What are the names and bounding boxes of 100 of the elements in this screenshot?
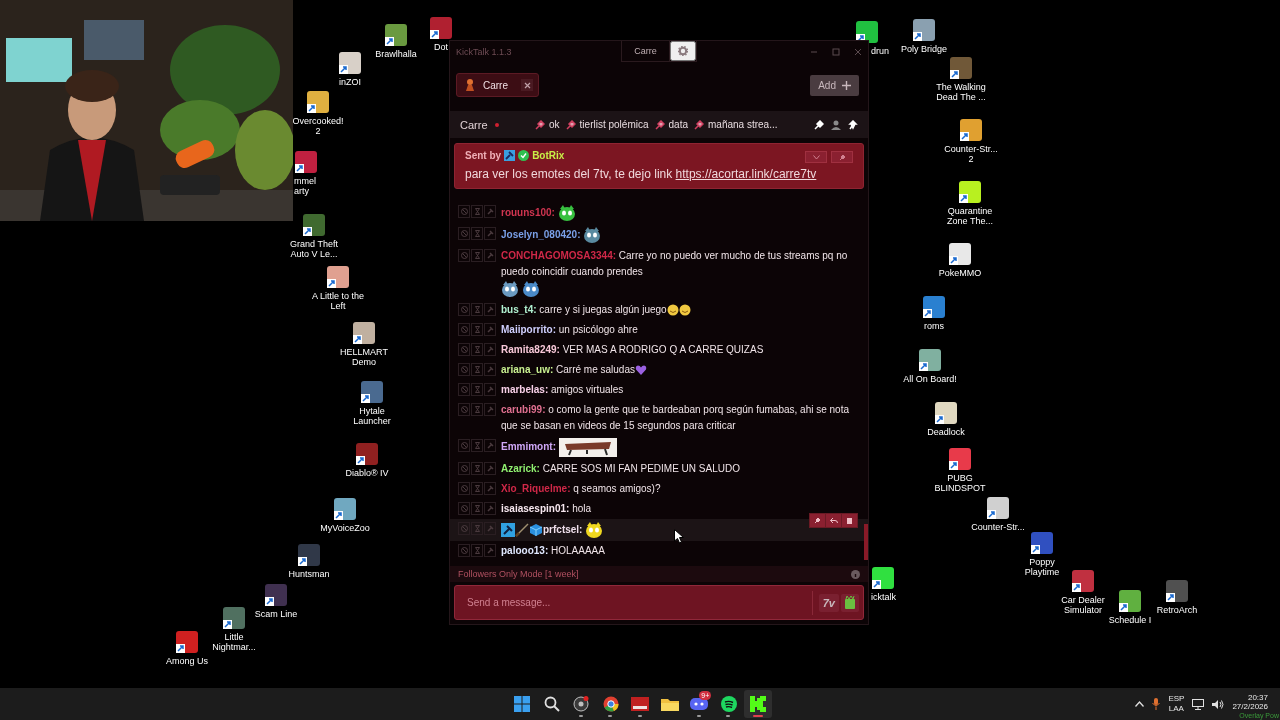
app-icon[interactable]: [1030, 531, 1054, 555]
app-icon[interactable]: [948, 242, 972, 266]
icon-label[interactable]: HELLMART Demo: [340, 347, 388, 367]
hourglass-icon: [474, 306, 480, 313]
app-icon[interactable]: [429, 16, 453, 40]
icon-label[interactable]: Counter-Str...: [971, 522, 1025, 532]
app-icon[interactable]: [855, 20, 879, 44]
app-icon[interactable]: [333, 497, 357, 521]
app-icon[interactable]: [355, 442, 379, 466]
pin-button[interactable]: [810, 514, 825, 527]
close-tab-button[interactable]: [521, 79, 533, 91]
emote-button[interactable]: [841, 593, 859, 612]
app-icon[interactable]: [384, 23, 408, 47]
app-icon[interactable]: [306, 90, 330, 114]
app-icon[interactable]: [297, 543, 321, 567]
app-icon[interactable]: [986, 496, 1010, 520]
app-icon[interactable]: [352, 321, 376, 345]
icon-label[interactable]: Brawlhalla: [375, 49, 417, 59]
hourglass-icon: [474, 505, 480, 512]
emote-provider-button[interactable]: 7v: [818, 593, 839, 612]
app-icon[interactable]: [922, 295, 946, 319]
icon-label[interactable]: Hytale Launcher: [353, 406, 391, 426]
app-icon[interactable]: [222, 606, 246, 630]
chevron-up-icon[interactable]: [1135, 701, 1145, 707]
icon-label[interactable]: PUBG BLINDSPOT: [934, 473, 986, 493]
microphone-icon[interactable]: [1152, 698, 1161, 710]
username[interactable]: rouuns100:: [501, 206, 555, 218]
reply-button[interactable]: [826, 514, 841, 527]
app-icon[interactable]: [338, 51, 362, 75]
hammer-icon: [486, 252, 494, 259]
pinned-link[interactable]: tierlist polémica: [565, 119, 649, 130]
icon-label[interactable]: PokeMMO: [938, 268, 982, 278]
icon-label[interactable]: mmel arty: [294, 176, 316, 196]
settings-button[interactable]: [669, 41, 696, 61]
clock[interactable]: 20:37 27/2/2026: [1232, 693, 1268, 711]
delete-button[interactable]: [842, 514, 857, 527]
app-icon[interactable]: [912, 18, 936, 42]
pin-icon[interactable]: [814, 119, 824, 130]
icon-label[interactable]: RetroArch: [1156, 605, 1198, 615]
network-icon[interactable]: [1192, 698, 1205, 710]
icon-label[interactable]: roms: [924, 321, 944, 331]
message-input[interactable]: Send a message... 7v: [454, 585, 864, 620]
emote-icon: [557, 204, 576, 222]
folder-icon: [660, 697, 679, 711]
app-icon[interactable]: [360, 380, 384, 404]
app-icon[interactable]: [948, 447, 972, 471]
icon-label[interactable]: Car Dealer Simulator: [1061, 595, 1105, 615]
icon-label[interactable]: Counter-Str... 2: [944, 144, 998, 164]
unpin-button[interactable]: [831, 151, 853, 163]
pinned-link[interactable]: data: [654, 119, 688, 130]
icon-label[interactable]: MyVoiceZoo: [320, 523, 370, 533]
app-icon[interactable]: [175, 630, 199, 654]
icon-label[interactable]: All On Board!: [903, 374, 957, 384]
icon-label[interactable]: inZOI: [339, 77, 361, 87]
icon-label[interactable]: Poppy Playtime: [1024, 557, 1060, 577]
user-icon[interactable]: [831, 119, 841, 130]
pin-icon[interactable]: [848, 119, 858, 130]
pinned-link[interactable]: mañana strea...: [694, 119, 778, 130]
app-icon[interactable]: [1071, 569, 1095, 593]
taskbar-button[interactable]: [743, 690, 773, 718]
icon-label[interactable]: drun: [871, 46, 889, 56]
bench-icon: [558, 438, 617, 457]
icon-label[interactable]: Diablo® IV: [345, 468, 389, 478]
app-icon[interactable]: [1118, 589, 1142, 613]
icon-label[interactable]: icktalk: [871, 592, 896, 602]
icon-label[interactable]: Deadlock: [927, 427, 965, 437]
icon-label[interactable]: Quarantine Zone The...: [947, 206, 993, 226]
hourglass-icon: [474, 547, 480, 554]
username[interactable]: prfctsel:: [543, 523, 583, 535]
app-icon[interactable]: [326, 265, 350, 289]
username[interactable]: Emmimont:: [501, 441, 556, 453]
icon-label[interactable]: Scam Line: [254, 609, 298, 619]
icon-label[interactable]: Little Nightmar...: [212, 632, 256, 652]
icon-label[interactable]: The Walking Dead The ...: [936, 82, 986, 102]
icon-label[interactable]: A Little to the Left: [311, 291, 364, 311]
input-language[interactable]: ESP LAA: [1168, 694, 1185, 714]
icon-label[interactable]: Huntsman: [288, 569, 330, 579]
app-icon[interactable]: [934, 401, 958, 425]
icon-label[interactable]: Schedule I: [1108, 615, 1152, 625]
pinned-link[interactable]: ok: [535, 119, 560, 130]
app-icon[interactable]: [918, 348, 942, 372]
volume-icon[interactable]: [1212, 698, 1225, 710]
app-icon[interactable]: [294, 150, 318, 174]
username[interactable]: Joselyn_080420:: [501, 228, 581, 240]
link[interactable]: https://acortar.link/carre7tv: [675, 167, 817, 181]
icon-label[interactable]: Dot: [434, 42, 448, 52]
icon-label[interactable]: Poly Bridge: [901, 44, 947, 54]
app-icon[interactable]: [871, 566, 895, 590]
channel-tab[interactable]: Carre: [456, 73, 539, 97]
icon-label[interactable]: Grand Theft Auto V Le...: [290, 239, 338, 259]
icon-label[interactable]: Overcooked! 2: [292, 116, 344, 136]
add-button[interactable]: Add: [810, 74, 859, 96]
icon-label[interactable]: Among Us: [166, 656, 208, 666]
app-icon[interactable]: [958, 180, 982, 204]
info-icon[interactable]: [851, 569, 860, 579]
app-icon[interactable]: [264, 583, 288, 607]
app-icon[interactable]: [959, 118, 983, 142]
app-icon[interactable]: [1165, 579, 1189, 603]
app-icon[interactable]: [302, 213, 326, 237]
app-icon[interactable]: [949, 56, 973, 80]
